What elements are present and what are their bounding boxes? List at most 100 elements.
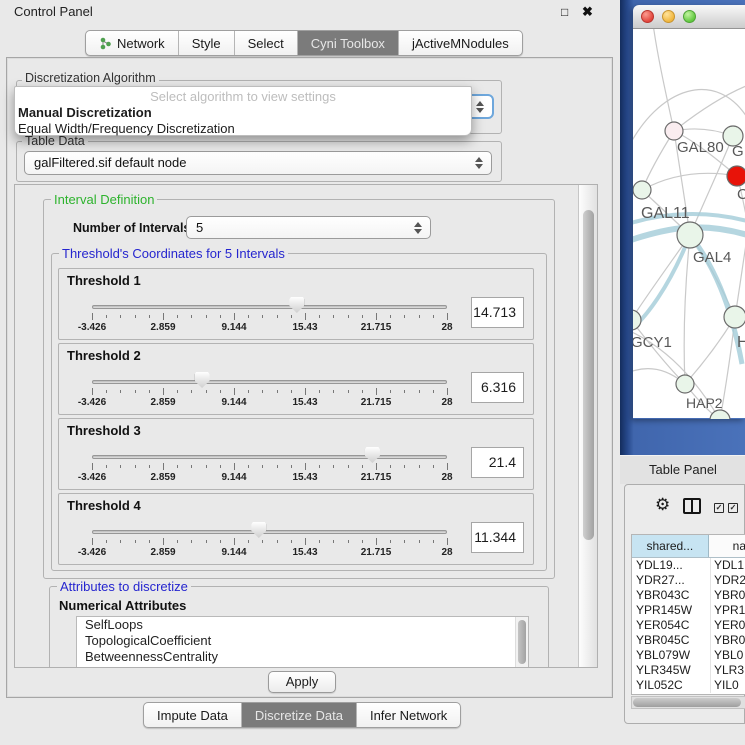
list-item[interactable]: BetweennessCentrality [77, 649, 528, 665]
table-row[interactable]: YIL052CYIL0 [632, 678, 745, 693]
threshold-value-input[interactable]: 21.4 [471, 447, 524, 478]
minimize-traffic-light-icon[interactable] [662, 10, 675, 23]
select-rows-icon[interactable]: ✓ [728, 503, 738, 513]
number-of-intervals-combobox[interactable]: 5 [186, 216, 431, 239]
table-row[interactable]: YBL079WYBL0 [632, 648, 745, 663]
close-icon[interactable]: ✖ [582, 4, 593, 20]
number-of-intervals-value: 5 [196, 220, 203, 235]
table-data-combobox[interactable]: galFiltered.sif default node [24, 151, 492, 175]
slider-track[interactable] [92, 455, 447, 459]
tab-style[interactable]: Style [178, 31, 234, 55]
table-row[interactable]: YER054CYER0 [632, 618, 745, 633]
slider-tick-labels: -3.4262.8599.14415.4321.71528 [92, 547, 447, 559]
panel-scrollbar[interactable] [578, 185, 598, 667]
network-graph[interactable]: GAL80GCGAL11GAL4GCY1HHAP2 [633, 29, 745, 419]
table-panel-title: Table Panel [649, 462, 717, 477]
slider-ticks [92, 388, 447, 396]
node-GCY1 [633, 310, 641, 330]
column-header-name[interactable]: na [709, 535, 745, 557]
list-item[interactable]: TopologicalCoefficient [77, 633, 528, 649]
svg-text:GCY1: GCY1 [633, 334, 672, 351]
tab-network[interactable]: Network [86, 31, 178, 55]
threshold-value-input[interactable]: 6.316 [471, 372, 524, 403]
node-attribute-table[interactable]: shared... na YDL19...YDL1YDR27...YDR2YBR… [631, 534, 745, 695]
table-row[interactable]: YDR27...YDR2 [632, 573, 745, 588]
slider-track[interactable] [92, 305, 447, 309]
tab-label: Discretize Data [255, 708, 343, 723]
network-window-titlebar[interactable] [633, 5, 745, 29]
tab-jactivemnodules[interactable]: jActiveMNodules [398, 31, 522, 55]
column-header-shared-name[interactable]: shared... [632, 535, 709, 557]
table-row[interactable]: YLR345WYLR3 [632, 663, 745, 678]
tab-infer-network[interactable]: Infer Network [356, 703, 460, 727]
table-row[interactable]: YDL19...YDL1 [632, 558, 745, 573]
svg-text:H: H [737, 334, 745, 351]
table-row[interactable]: YBR045CYBR0 [632, 633, 745, 648]
slider-ticks [92, 313, 447, 321]
tab-label: Infer Network [370, 708, 447, 723]
number-of-intervals-label: Number of Intervals [73, 221, 190, 235]
node-red [727, 166, 745, 186]
slider-handle[interactable] [195, 372, 210, 388]
tab-cyni-toolbox[interactable]: Cyni Toolbox [297, 31, 398, 55]
node-GAL80 [665, 122, 683, 140]
bottom-tab-bar: Impute Data Discretize Data Infer Network [143, 702, 461, 728]
slider-track[interactable] [92, 380, 447, 384]
tab-discretize-data[interactable]: Discretize Data [241, 703, 356, 727]
stepper-icon [414, 222, 422, 234]
threshold-label: Threshold 2 [67, 348, 141, 363]
table-data-value: galFiltered.sif default node [34, 155, 186, 170]
float-window-icon[interactable]: □ [561, 5, 568, 19]
dropdown-item-equal-width[interactable]: Equal Width/Frequency Discretization [15, 121, 471, 137]
stepper-icon [475, 157, 483, 169]
close-traffic-light-icon[interactable] [641, 10, 654, 23]
threshold-value-input[interactable]: 14.713 [471, 297, 524, 328]
attributes-group-label: Attributes to discretize [57, 579, 191, 594]
svg-text:GAL80: GAL80 [677, 139, 724, 156]
svg-text:G: G [732, 143, 744, 160]
node-right-mid [724, 306, 745, 328]
zoom-traffic-light-icon[interactable] [683, 10, 696, 23]
scrollbar-thumb[interactable] [633, 698, 741, 707]
table-row[interactable]: YPR145WYPR1 [632, 603, 745, 618]
list-scrollbar[interactable] [515, 617, 528, 668]
select-columns-icon[interactable]: ✓ [714, 503, 724, 513]
threshold-panel-3: Threshold 3-3.4262.8599.14415.4321.71528… [58, 418, 534, 490]
slider-handle[interactable] [365, 447, 380, 463]
tab-impute-data[interactable]: Impute Data [144, 703, 241, 727]
threshold-label: Threshold 1 [67, 273, 141, 288]
interval-definition-label: Interval Definition [51, 192, 157, 207]
slider-track[interactable] [92, 530, 447, 534]
slider-handle[interactable] [251, 522, 266, 538]
thresholds-group-label: Threshold's Coordinates for 5 Intervals [59, 246, 288, 261]
slider-ticks [92, 463, 447, 471]
threshold-value-input[interactable]: 11.344 [471, 522, 524, 553]
node-bottom [710, 410, 730, 419]
split-columns-icon[interactable] [683, 498, 701, 514]
tab-label: Network [117, 36, 165, 51]
slider-tick-labels: -3.4262.8599.14415.4321.71528 [92, 322, 447, 334]
apply-button[interactable]: Apply [268, 671, 336, 693]
dropdown-item-manual-discretization[interactable]: Manual Discretization [15, 105, 471, 121]
table-horizontal-scrollbar[interactable] [631, 696, 745, 709]
tab-select[interactable]: Select [234, 31, 297, 55]
threshold-label: Threshold 3 [67, 423, 141, 438]
stepper-icon [476, 101, 484, 113]
slider-tick-labels: -3.4262.8599.14415.4321.71528 [92, 397, 447, 409]
network-canvas[interactable]: GAL80GCGAL11GAL4GCY1HHAP2 [633, 29, 745, 418]
scrollbar-thumb[interactable] [583, 210, 594, 540]
settings-gear-icon[interactable]: ⚙ [655, 495, 670, 515]
threshold-panel-4: Threshold 4-3.4262.8599.14415.4321.71528… [58, 493, 534, 565]
numerical-attributes-list[interactable]: SelfLoopsTopologicalCoefficientBetweenne… [76, 616, 529, 668]
panel-title: Control Panel [14, 4, 93, 19]
tab-label: Style [192, 36, 221, 51]
table-row[interactable]: YBR043CYBR0 [632, 588, 745, 603]
list-item[interactable]: SelfLoops [77, 617, 528, 633]
svg-text:GAL11: GAL11 [641, 205, 690, 222]
slider-handle[interactable] [289, 297, 304, 313]
network-view-window[interactable]: GAL80GCGAL11GAL4GCY1HHAP2 [633, 5, 745, 419]
tab-label: Cyni Toolbox [311, 36, 385, 51]
node-GAL11 [633, 181, 651, 199]
dropdown-placeholder-item[interactable]: Select algorithm to view settings [15, 89, 471, 105]
node-GAL4 [677, 222, 703, 248]
